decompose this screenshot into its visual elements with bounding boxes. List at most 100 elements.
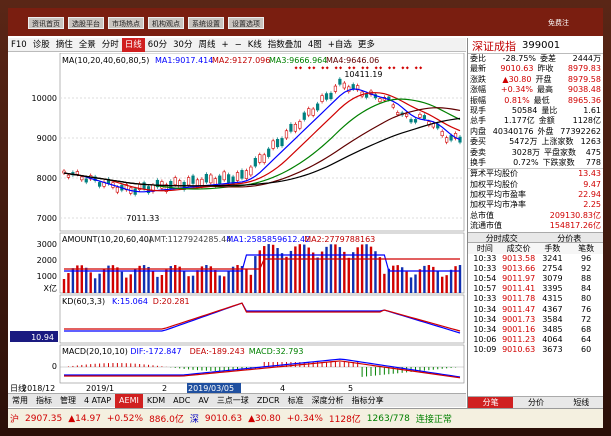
indicator-tab-10[interactable]: 标准: [284, 394, 308, 408]
trade-cell: 72: [581, 314, 592, 324]
trade-cell: 3673: [542, 345, 563, 355]
menu-button-4[interactable]: 系统设置: [188, 17, 224, 29]
trade-cell: 9011.41: [502, 284, 536, 294]
trade-cell: 60: [581, 345, 592, 355]
toolbar-item-15[interactable]: 更多: [355, 38, 378, 52]
chart-canvas[interactable]: MA(10,20,40,60,80,5) MA1:9017.414MA2:9127…: [8, 52, 466, 393]
indicator-tab-3[interactable]: 4 ATAP: [80, 394, 115, 408]
quote-value: 8979.58: [567, 74, 601, 84]
quote-row: 总手 1.177亿 金额 1128亿: [468, 116, 603, 126]
panel-tab-0[interactable]: 分笔: [468, 397, 514, 408]
quote-label: 昨收: [537, 64, 554, 74]
indicator-tab-6[interactable]: ADC: [169, 394, 194, 408]
toolbar-item-7[interactable]: 30分: [170, 38, 195, 52]
trade-cell: 88: [581, 274, 592, 284]
trade-row: 10:34 9001.16 3485 68: [468, 325, 603, 335]
candle-body: [307, 108, 311, 116]
indicator-tab-12[interactable]: 指标分享: [348, 394, 388, 408]
candle-body: [142, 182, 146, 190]
menu-button-1[interactable]: 选股平台: [68, 17, 104, 29]
toolbar-item-14[interactable]: +自选: [325, 38, 355, 52]
candle-body: [80, 176, 84, 181]
volume-bar: [258, 250, 261, 293]
volume-bar: [98, 273, 101, 293]
quote-label: 总手: [470, 116, 486, 126]
candle-body: [222, 171, 226, 181]
toolbar-item-8[interactable]: 周线: [195, 38, 218, 52]
toolbar-item-2[interactable]: 摘住: [53, 38, 76, 52]
candle-body: [204, 173, 208, 183]
quote-row: 现手 50584 量比 1.61: [468, 106, 603, 116]
volume-bar: [409, 277, 413, 293]
indicator-tab-5[interactable]: KDM: [143, 394, 169, 408]
trade-tab-1[interactable]: 分价表: [536, 233, 604, 243]
trade-header-0: 时间: [476, 243, 493, 253]
login-link[interactable]: 免费注: [548, 18, 569, 28]
indicator-tab-11[interactable]: 深度分析: [308, 394, 348, 408]
menu-button-5[interactable]: 设置选项: [228, 17, 264, 29]
volume-bar: [169, 266, 172, 293]
menu-button-0[interactable]: 资讯首页: [28, 17, 64, 29]
trade-cell: 10:34: [473, 304, 497, 314]
indicator-tab-0[interactable]: 常用: [8, 394, 32, 408]
status-conn: 连接正常: [415, 415, 452, 425]
toolbar-item-5[interactable]: 日线: [121, 37, 145, 52]
indicator-tab-9[interactable]: ZDCR: [253, 394, 284, 408]
volume-bar: [320, 251, 324, 293]
volume-bar: [209, 266, 213, 293]
toolbar-item-12[interactable]: 指数叠加: [265, 38, 305, 52]
trade-row: 10:57 9011.41 3395 84: [468, 284, 603, 294]
macd-legend-1: DIF:-172.847: [130, 347, 181, 356]
candle-body: [209, 174, 213, 184]
toolbar-item-10[interactable]: −: [232, 38, 245, 52]
stat-label: 加权平均市盈率: [470, 190, 526, 200]
trade-cell: 10:54: [473, 274, 497, 284]
toolbar-item-11[interactable]: K线: [245, 38, 265, 52]
stat-value: 2.25: [583, 200, 601, 210]
trade-cell: 10:34: [473, 314, 497, 324]
trade-row: 10:54 9011.97 3079 88: [468, 274, 603, 284]
toolbar-item-3[interactable]: 全景: [76, 38, 99, 52]
stat-row: 算术平均股价 13.43: [468, 169, 603, 179]
volume-bar: [151, 271, 155, 293]
quote-row: 委比 -28.75% 委差 2444万: [468, 54, 603, 64]
volume-bar: [263, 246, 266, 293]
indicator-tab-7[interactable]: AV: [194, 394, 212, 408]
price-legend-0: MA(10,20,40,60,80,5): [62, 56, 149, 65]
volume-bar: [218, 275, 221, 293]
volume-bar: [329, 244, 333, 293]
trade-tab-0[interactable]: 分时成交: [468, 233, 536, 243]
candle-body: [333, 85, 338, 92]
candle-body: [75, 171, 79, 175]
candle-body: [409, 119, 413, 123]
candle-body: [253, 158, 257, 167]
toolbar-item-9[interactable]: +: [218, 38, 231, 52]
kline-chart[interactable]: MA(10,20,40,60,80,5) MA1:9017.414 MA2:9127…: [8, 52, 466, 393]
quote-value: 40340176: [492, 126, 534, 136]
price-axis-label: 8000: [37, 174, 57, 183]
volume-bar: [133, 269, 137, 293]
candle-body: [440, 131, 444, 137]
stat-value: 13.43: [578, 169, 601, 179]
toolbar-item-0[interactable]: F10: [8, 38, 30, 52]
candle-body: [418, 113, 422, 118]
toolbar-item-4[interactable]: 分时: [99, 38, 122, 52]
quote-label: 量比: [541, 105, 558, 115]
candle-body: [324, 93, 329, 100]
menu-button-3[interactable]: 机构观点: [148, 17, 184, 29]
indicator-tab-4[interactable]: AEMI: [115, 393, 143, 408]
indicator-tab-2[interactable]: 管理: [56, 394, 80, 408]
price-legend-3: MA3:9666.964: [269, 56, 327, 65]
panel-tab-1[interactable]: 分价: [513, 397, 558, 408]
toolbar-item-1[interactable]: 诊股: [30, 38, 53, 52]
status-index2: 9010.63: [204, 413, 243, 424]
quote-value: 50584: [511, 105, 538, 115]
panel-tab-2[interactable]: 短线: [559, 397, 603, 408]
toolbar-item-13[interactable]: 4图: [305, 38, 325, 52]
menu-button-2[interactable]: 市场热点: [108, 17, 144, 29]
candle-body: [342, 82, 346, 89]
indicator-tab-8[interactable]: 三点一球: [213, 394, 253, 408]
toolbar-item-6[interactable]: 60分: [145, 38, 170, 52]
quote-table: 委比 -28.75% 委差 2444万 最新 9010.63 昨收 8979.83 涨跌 ▲30.…: [468, 54, 603, 168]
indicator-tab-1[interactable]: 指标: [32, 394, 56, 408]
